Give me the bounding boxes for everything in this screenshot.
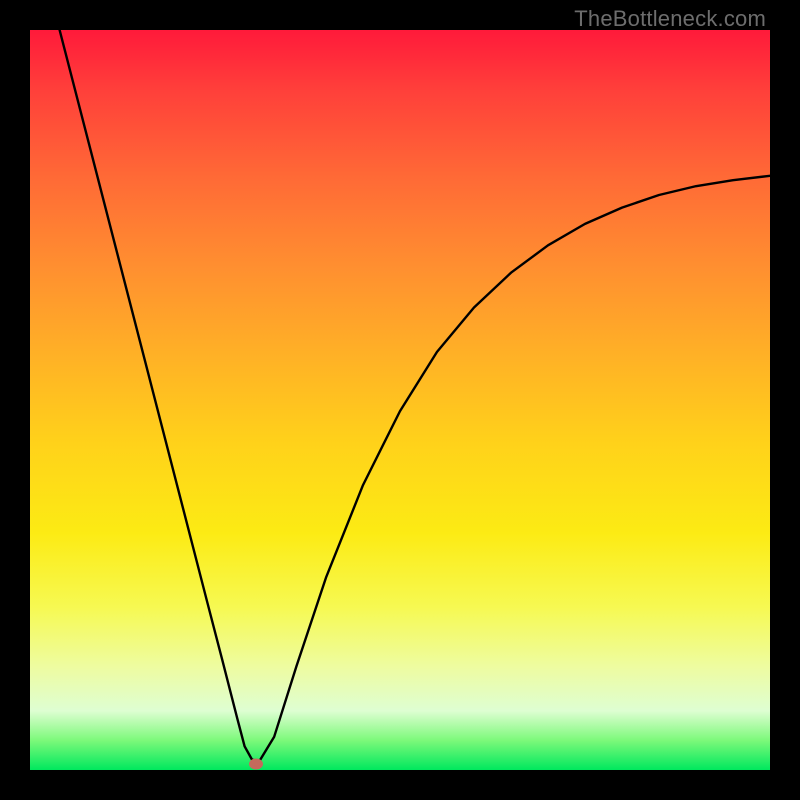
watermark-text: TheBottleneck.com	[574, 6, 766, 32]
plot-area	[30, 30, 770, 770]
bottleneck-curve	[30, 30, 770, 770]
chart-frame: TheBottleneck.com	[0, 0, 800, 800]
minimum-marker	[249, 759, 263, 770]
